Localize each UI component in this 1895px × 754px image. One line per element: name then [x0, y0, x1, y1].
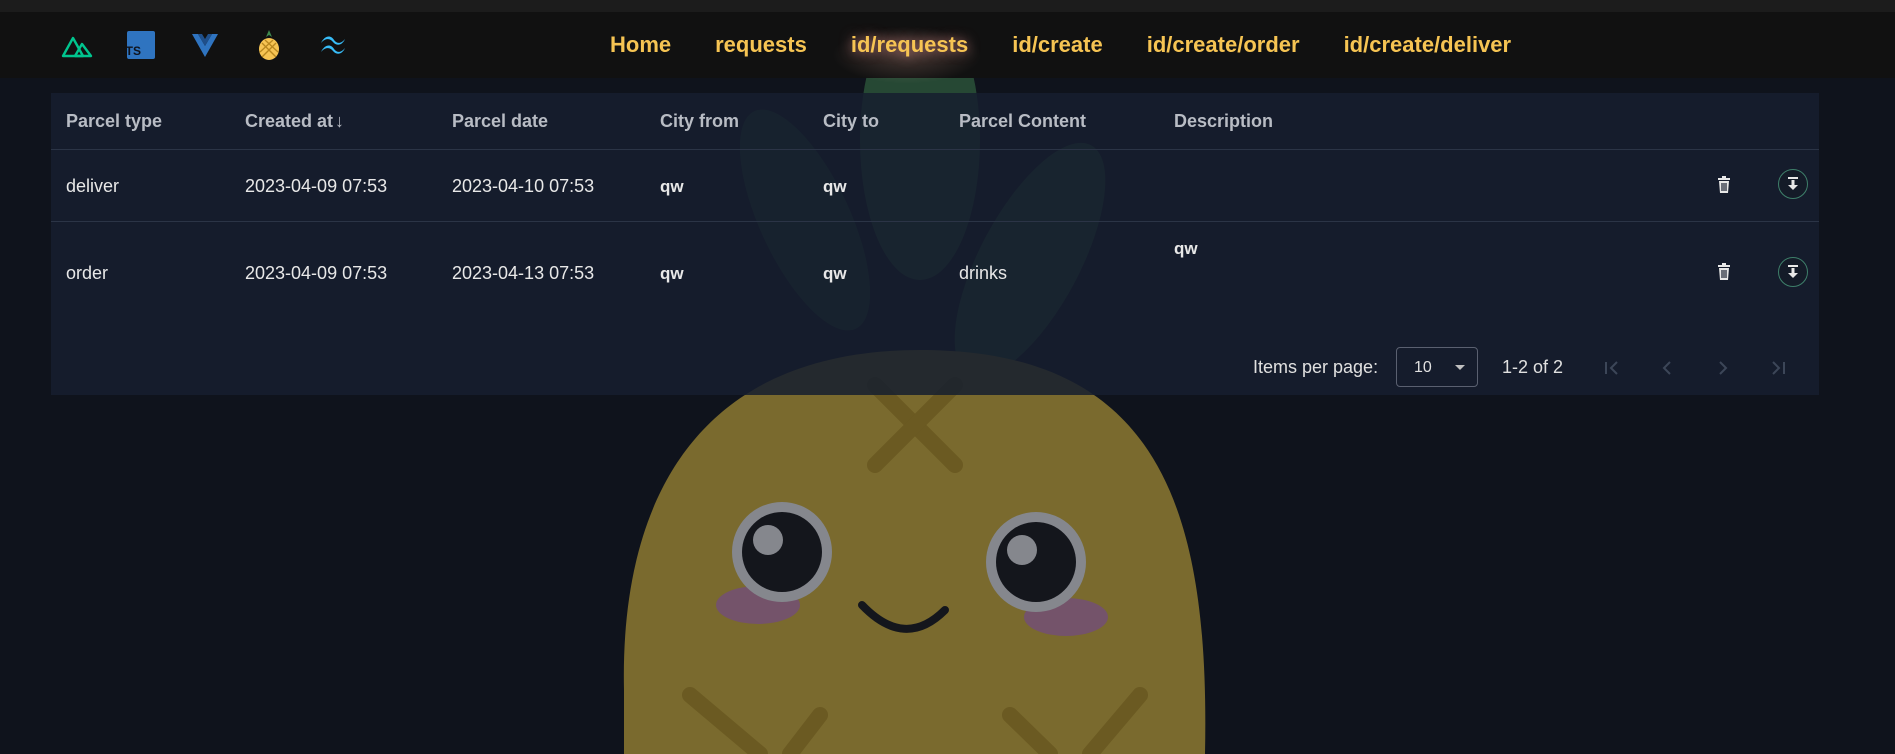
last-page-icon[interactable] — [1766, 356, 1790, 380]
cell-city-from: qw — [660, 264, 684, 283]
nav-link-id-create-order[interactable]: id/create/order — [1147, 32, 1300, 58]
download-button[interactable] — [1778, 169, 1808, 199]
pineapple-logo-icon[interactable] — [252, 28, 286, 62]
nav-link-requests[interactable]: requests — [715, 32, 807, 58]
trash-icon[interactable] — [1714, 262, 1734, 282]
trash-icon[interactable] — [1714, 175, 1734, 195]
typescript-logo-text: TS — [127, 44, 141, 58]
top-navbar: TS Home requests id/requests id/create i… — [0, 12, 1895, 84]
items-per-page-label: Items per page: — [1253, 357, 1379, 377]
nav-links: Home requests id/requests id/create id/c… — [610, 32, 1511, 58]
header-parcel-content[interactable]: Parcel Content — [959, 111, 1086, 132]
mascot-eye-left — [742, 512, 822, 592]
cell-created-at: 2023-04-09 07:53 — [245, 263, 388, 283]
mascot-body — [623, 350, 1206, 754]
nav-link-id-requests[interactable]: id/requests — [851, 32, 968, 58]
typescript-logo-icon[interactable]: TS — [124, 28, 158, 62]
nav-link-id-create-deliver[interactable]: id/create/deliver — [1344, 32, 1512, 58]
tailwind-logo-icon[interactable] — [316, 28, 350, 62]
cell-parcel-content: drinks — [959, 263, 1008, 283]
header-parcel-date[interactable]: Parcel date — [452, 111, 548, 132]
cell-parcel-date: 2023-04-10 07:53 — [452, 176, 595, 196]
table-header: Parcel type Created at ↓ Parcel date City… — [51, 93, 1819, 150]
mascot-eye-right-shine — [1007, 535, 1037, 565]
nuxt-logo-icon[interactable] — [60, 28, 94, 62]
nav-link-id-create[interactable]: id/create — [1012, 32, 1103, 58]
download-icon — [1788, 265, 1798, 278]
header-city-from[interactable]: City from — [660, 111, 739, 132]
items-per-page-select[interactable]: 10 — [1396, 347, 1478, 387]
mascot-eye-right — [996, 522, 1076, 602]
requests-table: Parcel type Created at ↓ Parcel date City… — [51, 93, 1819, 395]
logo-group: TS — [60, 28, 350, 62]
vue-logo-icon[interactable] — [188, 28, 222, 62]
table-row[interactable]: order 2023-04-09 07:53 2023-04-13 07:53 … — [51, 222, 1819, 317]
header-city-to[interactable]: City to — [823, 111, 879, 132]
chevron-down-icon — [1455, 365, 1465, 370]
cell-parcel-date: 2023-04-13 07:53 — [452, 263, 595, 283]
header-parcel-type[interactable]: Parcel type — [66, 111, 162, 132]
previous-page-icon[interactable] — [1655, 356, 1679, 380]
cell-city-to: qw — [823, 264, 847, 283]
header-description[interactable]: Description — [1174, 111, 1273, 132]
nav-link-home[interactable]: Home — [610, 32, 671, 58]
pagination-range: 1-2 of 2 — [1502, 357, 1564, 377]
header-created-at[interactable]: Created at ↓ — [245, 111, 344, 132]
cell-parcel-type: deliver — [66, 176, 120, 196]
download-icon — [1788, 177, 1798, 190]
sort-arrow-icon[interactable]: ↓ — [335, 111, 344, 131]
next-page-icon[interactable] — [1711, 356, 1735, 380]
first-page-icon[interactable] — [1600, 356, 1624, 380]
cell-created-at: 2023-04-09 07:53 — [245, 176, 388, 196]
cell-description: qw — [1174, 239, 1198, 258]
items-per-page-value: 10 — [1414, 359, 1432, 376]
cell-parcel-type: order — [66, 263, 109, 283]
header-created-at-label: Created at — [245, 111, 334, 131]
cell-city-from: qw — [660, 177, 684, 196]
cell-city-to: qw — [823, 177, 847, 196]
mascot-eye-left-shine — [753, 525, 783, 555]
download-button[interactable] — [1778, 257, 1808, 287]
table-row[interactable]: deliver 2023-04-09 07:53 2023-04-10 07:5… — [51, 150, 1819, 222]
